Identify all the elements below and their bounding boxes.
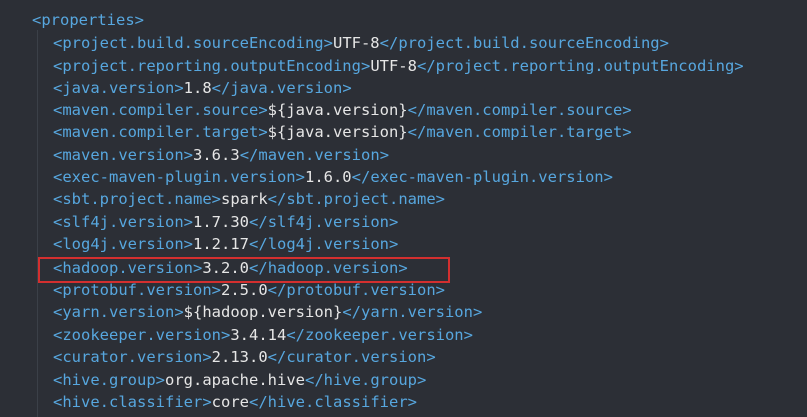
- xml-value: 2.5.0: [221, 281, 268, 299]
- xml-tag: log4j.version: [62, 235, 184, 253]
- xml-tag: slf4j.version: [62, 213, 184, 231]
- xml-tag: exec-maven-plugin.version: [62, 168, 296, 186]
- xml-value: 1.7.30: [193, 213, 250, 231]
- xml-value: spark: [221, 190, 268, 208]
- xml-tag: hive.group: [323, 371, 417, 389]
- code-line: < log4j.version >1.2.17 </log4j.version >: [53, 235, 399, 253]
- xml-tag: slf4j.version: [267, 213, 390, 231]
- xml-tag: yarn.version: [360, 303, 473, 321]
- xml-value: 3.2.0: [202, 259, 250, 277]
- xml-tag: log4j.version: [267, 235, 390, 253]
- code-line: < exec-maven-plugin.version >1.6.0 </exec-m…: [53, 168, 613, 186]
- code-line: < zookeeper.version >3.4.14 </zookeeper.ver…: [53, 326, 473, 344]
- code-line: < slf4j.version >1.7.30 </slf4j.version >: [53, 213, 399, 231]
- xml-tag: hive.classifier: [62, 393, 203, 411]
- code-line: < sbt.project.name > spark </sbt.project.nam…: [53, 190, 445, 208]
- code-line: < maven.compiler.target > ${java.version} </…: [53, 123, 632, 141]
- xml-tag: maven.compiler.source: [426, 101, 623, 119]
- xml-value: UTF-8: [370, 57, 417, 75]
- open-bracket: <: [32, 11, 42, 29]
- xml-tag: hive.group: [62, 371, 156, 389]
- xml-value: 1.8: [183, 79, 212, 97]
- code-line: < project.reporting.outputEncoding > UTF-8 <…: [53, 57, 744, 75]
- xml-value: ${hadoop.version}: [183, 303, 343, 321]
- xml-value: 2.13.0: [211, 348, 268, 366]
- xml-tag: hadoop.version: [62, 259, 193, 277]
- xml-tag: maven.compiler.target: [426, 123, 623, 141]
- code-line: < maven.version >3.6.3 </maven.version >: [53, 146, 390, 164]
- code-line: < hive.group > org.apache.hive </hive.group >: [53, 371, 427, 389]
- xml-tag: maven.version: [258, 146, 380, 164]
- close-bracket: >: [134, 11, 145, 29]
- xml-tag: properties: [41, 11, 135, 29]
- code-line: < maven.compiler.source > ${java.version} </…: [53, 101, 632, 119]
- xml-value: 1.2.17: [193, 235, 250, 253]
- xml-tag: sbt.project.name: [286, 190, 436, 208]
- xml-tag: maven.version: [62, 146, 184, 164]
- xml-tag: java.version: [230, 79, 343, 97]
- code-line: < java.version >1.8 </java.version >: [53, 79, 352, 97]
- xml-value: ${java.version}: [267, 123, 408, 141]
- code-line: < hadoop.version >3.2.0 </hadoop.version >: [53, 259, 408, 277]
- indent-guide: [37, 30, 38, 417]
- xml-tag: zookeeper.version: [62, 326, 221, 344]
- xml-value: 1.6.0: [304, 168, 352, 186]
- xml-tag: sbt.project.name: [62, 190, 212, 208]
- code-line: < hive.classifier > core </hive.classifier >: [53, 393, 417, 411]
- xml-tag: java.version: [62, 79, 175, 97]
- xml-value: 3.6.3: [193, 146, 240, 164]
- xml-value: UTF-8: [332, 34, 380, 52]
- xml-tag: project.reporting.outputEncoding: [62, 57, 361, 75]
- xml-tag: exec-maven-plugin.version: [370, 168, 604, 186]
- xml-tag: hive.classifier: [267, 393, 408, 411]
- xml-value: 3.4.14: [230, 326, 287, 344]
- code-line: < properties >: [32, 9, 144, 31]
- xml-tag: protobuf.version: [286, 281, 436, 299]
- code-editor[interactable]: < properties > < project.build.sourceEncodi…: [0, 0, 807, 417]
- xml-tag: zookeeper.version: [305, 326, 464, 344]
- code-line: < curator.version >2.13.0 </curator.version…: [53, 348, 436, 366]
- code-line: < protobuf.version >2.5.0 </protobuf.versio…: [53, 281, 445, 299]
- xml-tag: protobuf.version: [62, 281, 212, 299]
- xml-tag: project.build.sourceEncoding: [398, 34, 660, 52]
- xml-tag: curator.version: [62, 348, 203, 366]
- code-line: < project.build.sourceEncoding > UTF-8 </pro…: [53, 34, 669, 52]
- xml-tag: project.build.sourceEncoding: [62, 34, 324, 52]
- xml-tag: yarn.version: [62, 303, 175, 321]
- xml-value: ${java.version}: [267, 101, 408, 119]
- xml-tag: hadoop.version: [267, 259, 399, 277]
- xml-tag: maven.compiler.target: [62, 123, 259, 141]
- xml-value: org.apache.hive: [165, 371, 305, 389]
- code-line: < yarn.version > ${hadoop.version} </yarn.ve…: [53, 303, 483, 321]
- xml-tag: project.reporting.outputEncoding: [435, 57, 735, 75]
- xml-tag: maven.compiler.source: [62, 101, 259, 119]
- xml-value: core: [211, 393, 249, 411]
- xml-tag: curator.version: [286, 348, 427, 366]
